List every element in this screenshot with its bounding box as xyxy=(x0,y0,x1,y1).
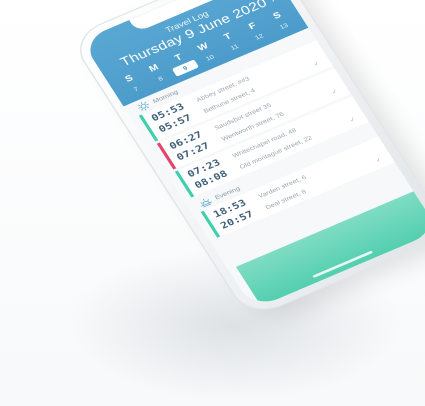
scene: Travel Log Thursday 9 June 2020 × S 7 M … xyxy=(0,0,425,406)
